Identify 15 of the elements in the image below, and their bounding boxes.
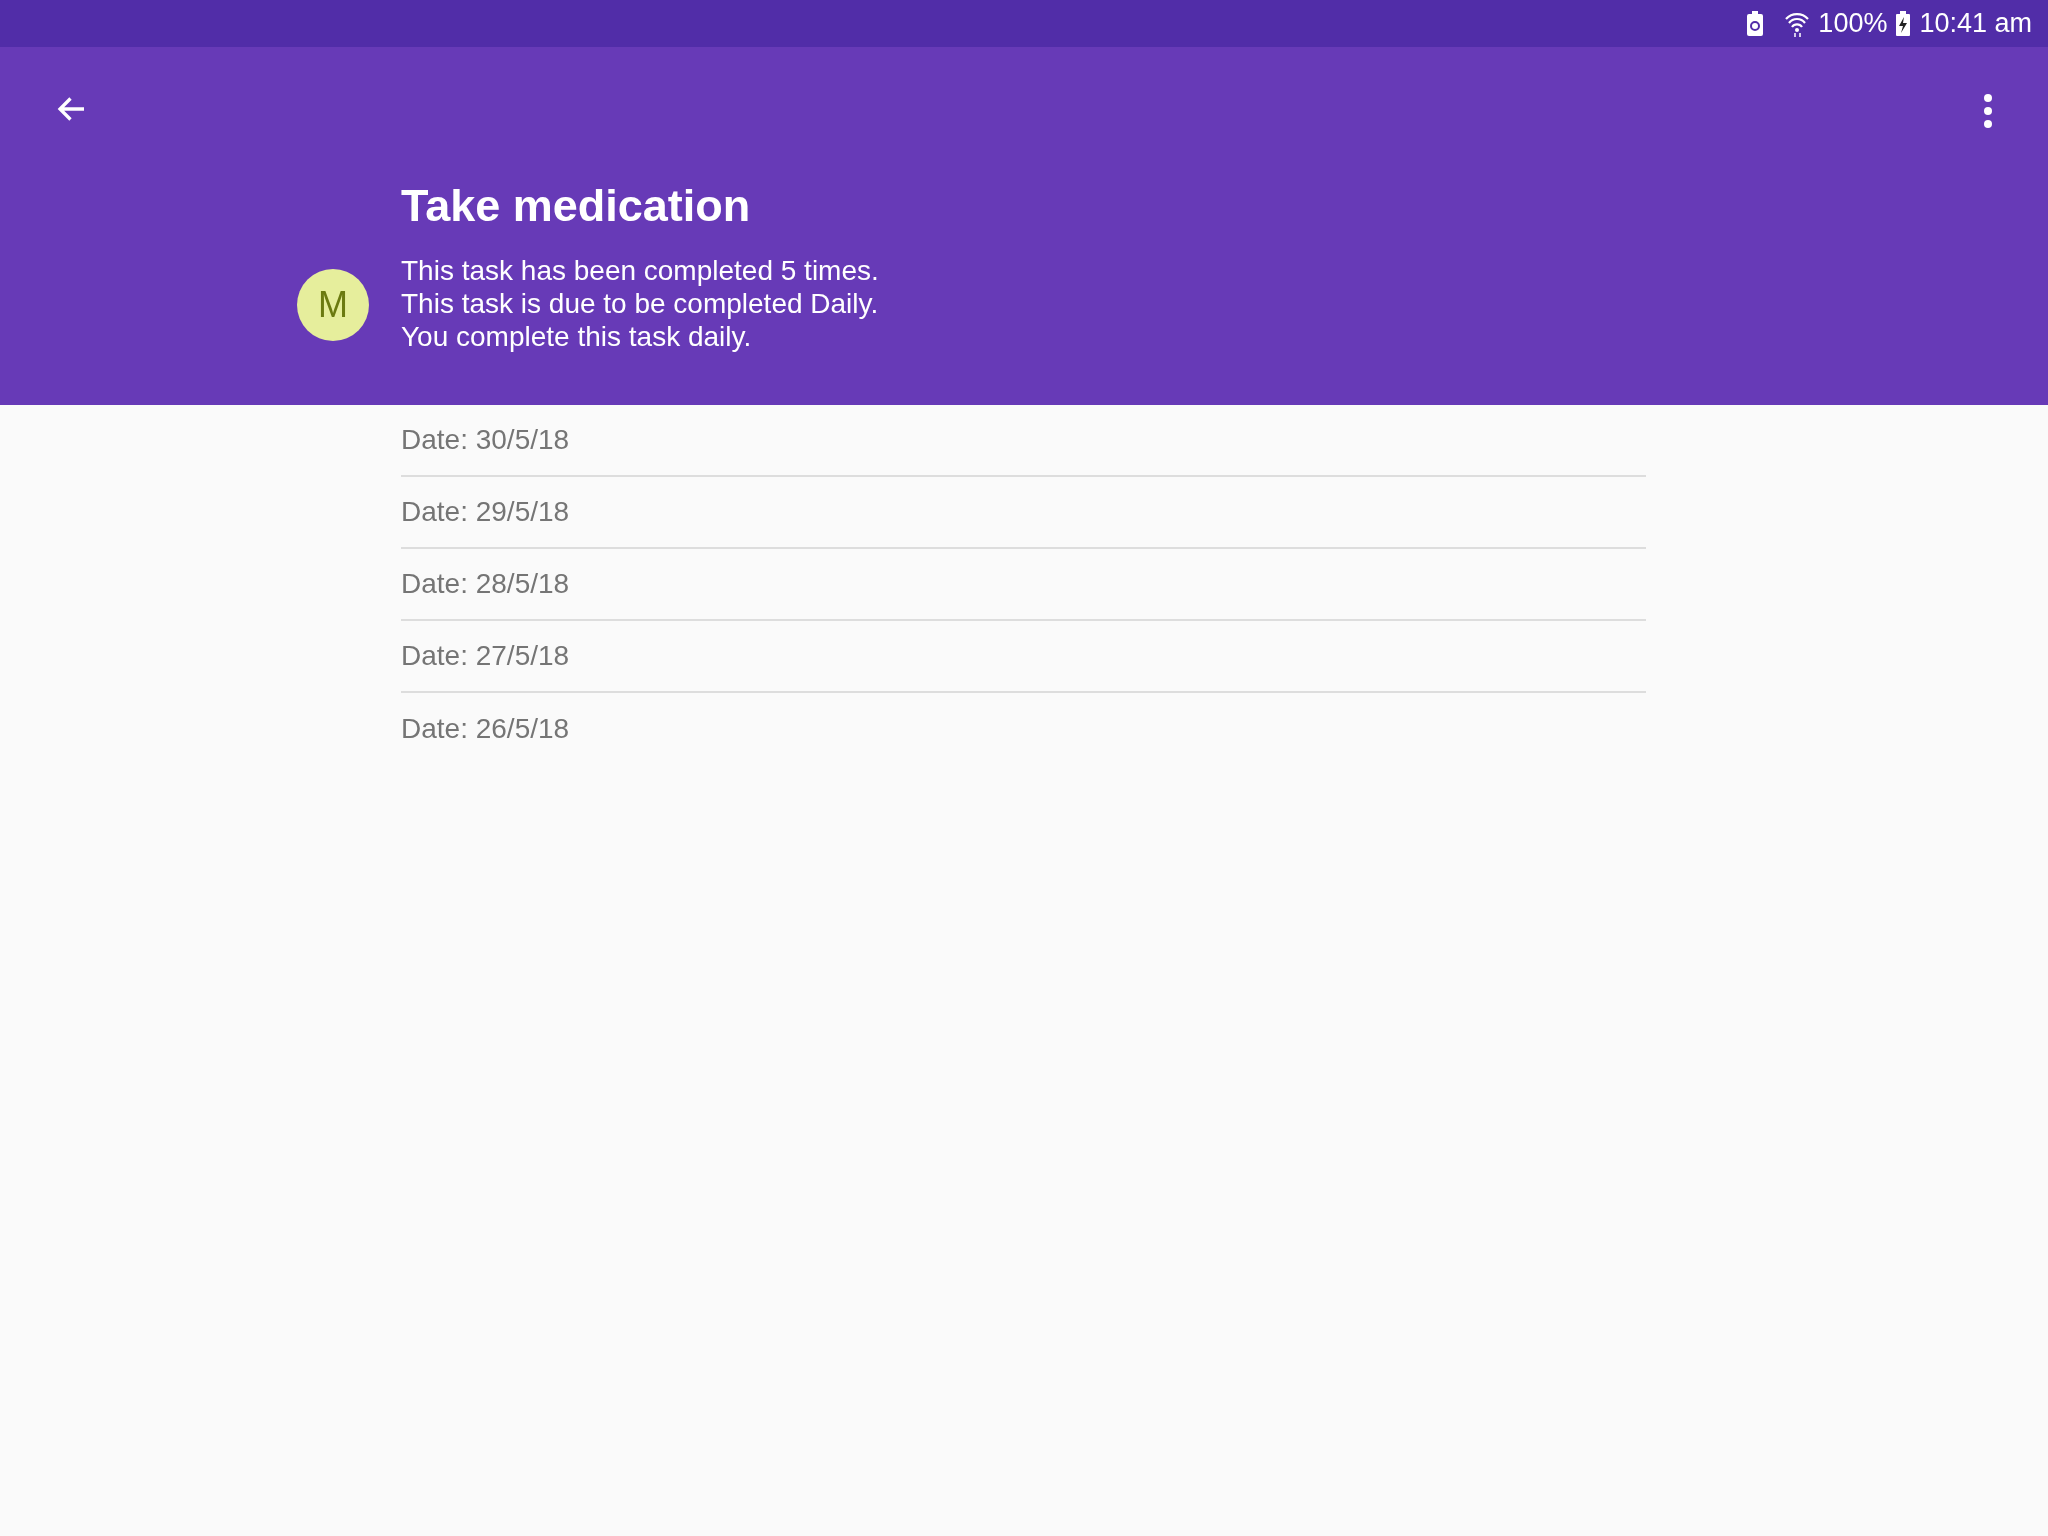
task-info-line: This task is due to be completed Daily. (401, 287, 879, 320)
completion-date: Date: 30/5/18 (401, 423, 570, 457)
more-vertical-icon (1983, 94, 1993, 128)
battery-charging-icon (1895, 10, 1912, 37)
task-info-line: This task has been completed 5 times. (401, 254, 879, 287)
battery-saver-icon (1746, 10, 1765, 37)
task-info-line: You complete this task daily. (401, 320, 753, 353)
completion-date: Date: 28/5/18 (401, 567, 570, 601)
clock-time: 10:41 am (1919, 7, 2032, 41)
completion-date: Date: 27/5/18 (401, 639, 570, 673)
battery-percentage: 100% (1818, 7, 1888, 41)
completion-date: Date: 26/5/18 (401, 712, 570, 746)
task-title: Take medication (401, 180, 751, 232)
completion-date: Date: 29/5/18 (401, 495, 570, 529)
wifi-icon (1784, 10, 1811, 37)
